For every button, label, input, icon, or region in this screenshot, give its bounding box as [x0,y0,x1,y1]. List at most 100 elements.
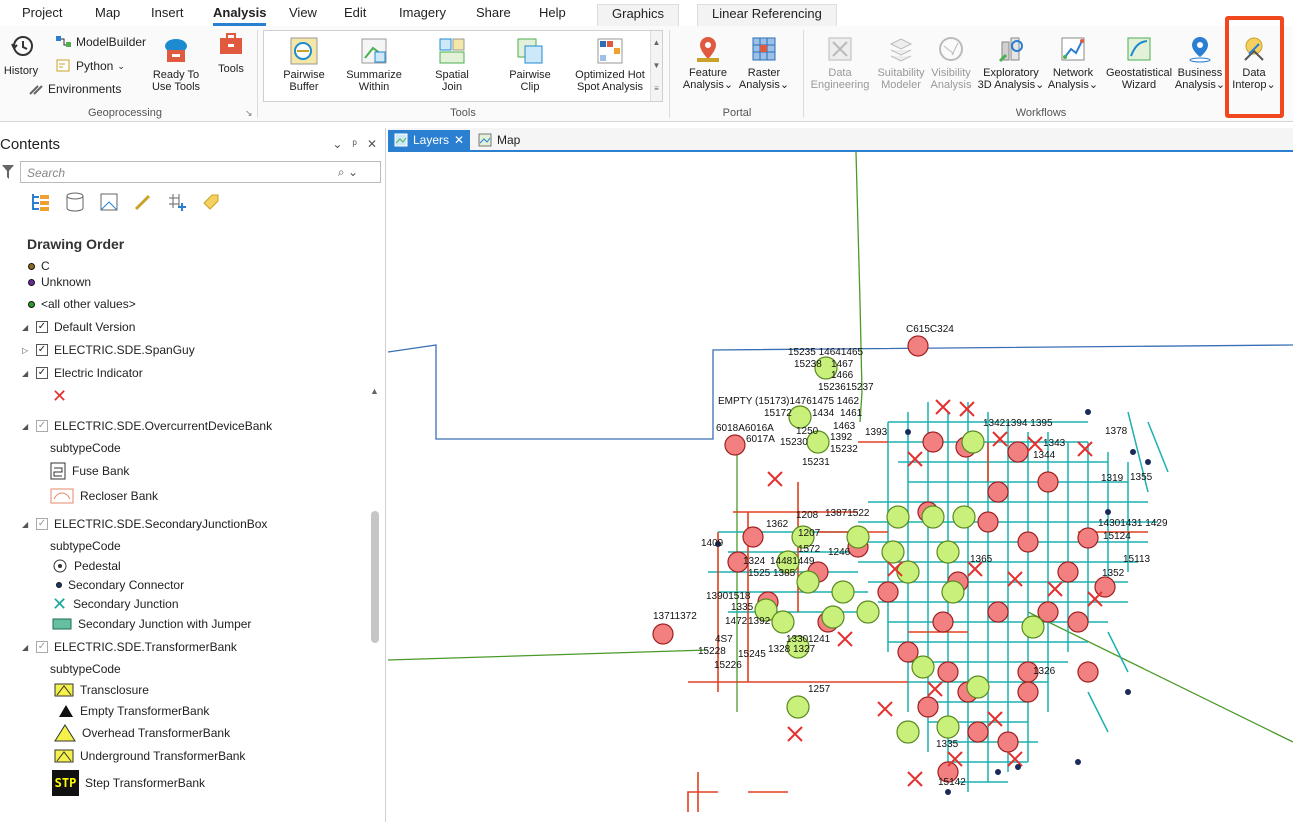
visibility-analysis-button[interactable]: Visibility Analysis [927,34,975,91]
history-button[interactable]: History [0,32,42,77]
map-canvas[interactable]: C615C324 15235 14641465 15238 1467 1466 … [388,152,1293,822]
svg-text:1362: 1362 [766,519,789,530]
feature-analysis-button[interactable]: Feature Analysis⌄ [680,34,736,91]
drawing-order-icon[interactable] [30,191,52,213]
svg-text:1434: 1434 [812,408,835,419]
legend-recloser-bank: Recloser Bank [50,486,158,506]
close-icon[interactable]: ✕ [367,137,377,151]
tab-help[interactable]: Help [539,5,566,20]
expand-icon[interactable]: ◢ [22,323,30,332]
tab-graphics[interactable]: Graphics [597,4,680,26]
legend-secondary-junction-jumper: Secondary Junction with Jumper [52,614,251,634]
layer-overcurrent[interactable]: ◢ ✓ ELECTRIC.SDE.OvercurrentDeviceBank [22,416,272,436]
labeling-icon[interactable] [200,191,222,213]
expand-icon[interactable]: ◢ [22,520,30,529]
filter-icon[interactable] [2,165,14,179]
summarize-within-button[interactable]: Summarize Within [343,36,405,93]
svg-text:15172: 15172 [764,408,792,419]
svg-text:1326: 1326 [1033,666,1056,677]
tab-insert[interactable]: Insert [151,5,184,20]
editing-icon[interactable] [132,191,154,213]
dialog-launcher-icon[interactable]: ↘ [245,108,253,119]
expand-icon[interactable]: ◢ [22,643,30,652]
layer-checkbox[interactable]: ✓ [36,518,48,530]
svg-text:1319: 1319 [1101,473,1124,484]
layer-checkbox[interactable]: ✓ [36,321,48,333]
modelbuilder-button[interactable]: ModelBuilder [56,35,146,49]
pairwise-buffer-button[interactable]: Pairwise Buffer [275,36,333,93]
data-engineering-button[interactable]: Data Engineering [806,34,874,91]
close-icon[interactable]: ✕ [454,133,464,147]
tab-share[interactable]: Share [476,5,511,20]
search-icon[interactable]: ⌕ ⌄ [338,165,358,180]
layer-secondary-junction-box[interactable]: ◢ ✓ ELECTRIC.SDE.SecondaryJunctionBox [22,514,267,534]
pane-controls: ⌄ ᵖ ✕ [332,137,377,151]
scroll-up-arrow[interactable]: ▲ [370,386,379,396]
network-analysis-button[interactable]: Network Analysis⌄ [1046,34,1100,91]
svg-text:15228: 15228 [698,646,726,657]
workflows-group-label: Workflows [1015,107,1067,119]
list-item[interactable]: <all other values> [28,294,136,314]
tools-button[interactable]: Tools [213,30,249,75]
expand-icon[interactable]: ◢ [22,369,30,378]
tab-edit[interactable]: Edit [344,5,366,20]
layer-checkbox[interactable]: ✓ [36,420,48,432]
pin-icon[interactable]: ᵖ [352,137,357,151]
list-item[interactable]: Unknown [28,272,91,292]
layer-default-version[interactable]: ◢ ✓ Default Version [22,317,135,337]
layer-checkbox[interactable]: ✓ [36,641,48,653]
separator [803,30,804,118]
map-view-icon [394,133,408,147]
svg-text:15226: 15226 [714,660,742,671]
geostatistical-wizard-button[interactable]: Geostatistical Wizard [1101,34,1177,91]
underground-transformer-icon [54,749,74,763]
layer-transformer-bank[interactable]: ◢ ✓ ELECTRIC.SDE.TransformerBank [22,637,237,657]
spatial-join-button[interactable]: Spatial Join [428,36,476,93]
tab-map-view[interactable]: Map [472,130,526,150]
snapping-icon[interactable] [166,191,188,213]
ready-to-use-tools-button[interactable]: Ready To Use Tools [146,36,206,93]
python-button[interactable]: Python ⌄ [56,59,125,73]
svg-text:1352: 1352 [1102,568,1125,579]
svg-text:15142: 15142 [938,777,966,788]
tab-layers-view[interactable]: Layers ✕ [388,130,471,150]
tab-imagery[interactable]: Imagery [399,5,446,20]
svg-text:1355: 1355 [1130,472,1153,483]
spatial-join-icon [439,38,465,64]
cloud-toolbox-icon [165,39,187,62]
layer-checkbox[interactable]: ✓ [36,344,48,356]
suitability-modeler-button[interactable]: Suitability Modeler [872,34,930,91]
business-analysis-button[interactable]: Business Analysis⌄ [1173,34,1227,91]
collapse-icon[interactable]: ▷ [22,346,30,355]
tab-project[interactable]: Project [22,5,62,20]
exploratory-3d-analysis-button[interactable]: Exploratory 3D Analysis⌄ [975,34,1047,91]
pairwise-clip-button[interactable]: Pairwise Clip [504,36,556,93]
data-source-icon[interactable] [64,191,86,213]
optimized-hot-spot-button[interactable]: Optimized Hot Spot Analysis [570,36,650,93]
environments-button[interactable]: Environments [28,82,121,96]
contents-scrollbar[interactable] [371,511,379,643]
raster-analysis-button[interactable]: Raster Analysis⌄ [736,34,792,91]
drawing-order-heading: Drawing Order [27,236,125,252]
hot-spot-icon [597,38,623,64]
gallery-scroll[interactable]: ▲ ▼ ≡ [650,31,662,101]
yellow-triangle-icon [54,724,76,742]
tab-map[interactable]: Map [95,5,120,20]
portal-group-label: Portal [722,107,752,119]
expand-icon[interactable]: ◢ [22,422,30,431]
svg-text:1378: 1378 [1105,426,1128,437]
layer-spanguy[interactable]: ▷ ✓ ELECTRIC.SDE.SpanGuy [22,340,195,360]
tab-analysis[interactable]: Analysis [213,5,267,26]
svg-text:1385: 1385 [773,568,796,579]
pane-menu-icon[interactable]: ⌄ [332,137,342,151]
selection-icon[interactable] [98,191,120,213]
tab-view[interactable]: View [289,5,317,20]
subtype-label: subtypeCode [50,539,121,553]
layer-electric-indicator[interactable]: ◢ ✓ Electric Indicator [22,363,143,383]
feeder-line [388,649,709,661]
svg-text:1572: 1572 [798,544,821,555]
layer-checkbox[interactable]: ✓ [36,367,48,379]
tab-linear-referencing[interactable]: Linear Referencing [697,4,837,26]
search-input[interactable]: Search ⌕ ⌄ [20,161,381,183]
svg-text:14481449: 14481449 [770,556,815,567]
